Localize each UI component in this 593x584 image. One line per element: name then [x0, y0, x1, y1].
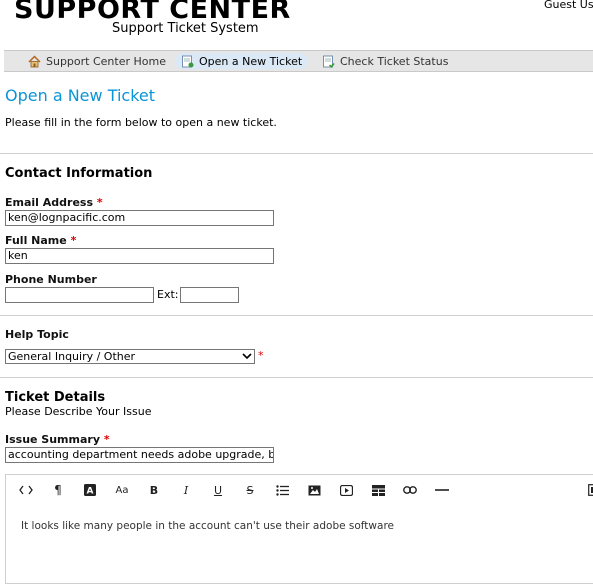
required-marker: *: [258, 349, 264, 362]
bold-icon[interactable]: B: [146, 483, 162, 497]
message-editor-text[interactable]: It looks like many people in the account…: [21, 520, 394, 532]
bullet-list-icon[interactable]: [274, 483, 290, 497]
table-icon[interactable]: [370, 483, 386, 497]
image-icon[interactable]: [306, 483, 322, 497]
font-color-icon[interactable]: A: [82, 483, 98, 497]
nav-item-home-label: Support Center Home: [46, 54, 166, 68]
page-intro: Please fill in the form below to open a …: [5, 116, 277, 129]
chevron-down-icon: [242, 350, 252, 363]
required-marker: *: [70, 234, 77, 247]
message-editor[interactable]: ¶ A Aa B I U S It looks like many people: [5, 474, 593, 584]
new-ticket-icon: [181, 55, 194, 68]
site-subtitle: Support Ticket System: [112, 21, 259, 36]
link-icon[interactable]: [402, 483, 418, 497]
ext-label: Ext:: [157, 288, 179, 301]
issue-summary-label: Issue Summary *: [5, 433, 110, 446]
help-topic-selected-value: General Inquiry / Other: [8, 350, 136, 363]
phone-field[interactable]: [5, 287, 154, 303]
underline-icon[interactable]: U: [210, 483, 226, 497]
video-icon[interactable]: [338, 483, 354, 497]
code-view-icon[interactable]: [18, 483, 34, 497]
italic-icon[interactable]: I: [178, 483, 194, 497]
divider: [0, 153, 593, 154]
required-marker: *: [103, 433, 110, 446]
horizontal-rule-icon[interactable]: [434, 483, 450, 497]
full-name-label-text: Full Name: [5, 234, 67, 247]
full-name-field[interactable]: ken: [5, 248, 274, 264]
nav-item-check-status-label: Check Ticket Status: [340, 54, 449, 68]
editor-toolbar: ¶ A Aa B I U S: [6, 475, 593, 505]
nav-item-new-ticket-label: Open a New Ticket: [199, 54, 303, 68]
fullscreen-icon[interactable]: [586, 483, 593, 497]
help-topic-select[interactable]: General Inquiry / Other: [5, 349, 255, 364]
ticket-details-subheading: Please Describe Your Issue: [5, 405, 152, 418]
divider: [0, 377, 593, 378]
home-icon: [28, 54, 41, 68]
nav-item-new-ticket[interactable]: Open a New Ticket: [175, 53, 309, 69]
ticket-status-icon: [322, 55, 335, 68]
strikethrough-icon[interactable]: S: [242, 483, 258, 497]
page-title: Open a New Ticket: [5, 86, 156, 105]
divider: [0, 315, 593, 316]
contact-section-heading: Contact Information: [5, 166, 153, 181]
ext-field[interactable]: [180, 287, 239, 303]
ticket-details-heading: Ticket Details: [5, 390, 106, 405]
phone-label: Phone Number: [5, 273, 97, 286]
nav-bar: Support Center Home Open a New Ticket Ch…: [4, 50, 593, 72]
nav-item-check-status[interactable]: Check Ticket Status: [322, 53, 448, 69]
required-marker: *: [96, 196, 103, 209]
font-size-icon[interactable]: Aa: [114, 483, 130, 497]
issue-summary-label-text: Issue Summary: [5, 433, 101, 446]
email-label-text: Email Address: [5, 196, 94, 209]
svg-text:A: A: [87, 487, 94, 497]
paragraph-icon[interactable]: ¶: [50, 483, 66, 497]
full-name-label: Full Name *: [5, 234, 76, 247]
nav-item-home[interactable]: Support Center Home: [28, 53, 166, 69]
issue-summary-field[interactable]: accounting department needs adobe upgrad…: [5, 447, 274, 463]
email-label: Email Address *: [5, 196, 103, 209]
email-field[interactable]: ken@lognpacific.com: [5, 210, 274, 226]
help-topic-label: Help Topic: [5, 328, 69, 341]
guest-user-label: Guest Use: [544, 0, 593, 11]
